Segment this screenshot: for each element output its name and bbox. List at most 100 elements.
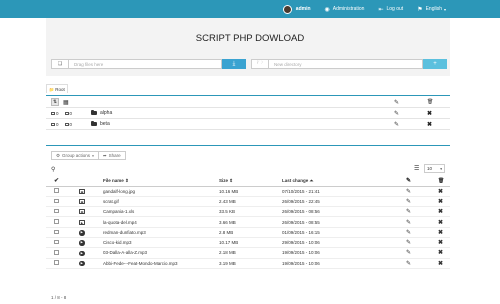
- pagination-info: 1 / 8 - 8: [51, 295, 67, 300]
- table-row[interactable]: ▣ scrat.gif 2.43 MB 26/09/2015 - 22:45 ✎ ✖: [46, 196, 450, 208]
- file-size: 33.5 KB: [219, 206, 282, 218]
- row-checkbox[interactable]: [54, 229, 59, 235]
- row-checkbox[interactable]: [54, 239, 59, 245]
- delete-file-button[interactable]: ✖: [438, 258, 450, 269]
- administration-link[interactable]: ◉ Administration: [325, 6, 365, 13]
- rename-file-button[interactable]: ✎: [406, 247, 438, 259]
- table-header-row: ✔ File name ⇕ Size ⇕ Last change ⏶ ✎ 🗑: [46, 176, 450, 187]
- file-size: 10.16 MB: [219, 186, 282, 197]
- row-checkbox[interactable]: [54, 219, 59, 224]
- search-icon[interactable]: ⚲: [51, 166, 55, 173]
- folder-button[interactable]: 🗁: [251, 59, 269, 69]
- user-menu[interactable]: admin: [282, 4, 311, 14]
- file-size: 2.8 MB: [219, 227, 282, 238]
- table-row[interactable]: ▣ gandalf-long.jpg 10.16 MB 07/10/2015 - 21…: [46, 186, 450, 197]
- rename-file-button[interactable]: ✎: [406, 196, 438, 208]
- table-row[interactable]: ▶ 03-Dalla-A-alla-Z.mp3 2.18 MB 19/09/2015 …: [46, 247, 450, 259]
- logout-label: Log out: [386, 6, 404, 12]
- rename-folder-button[interactable]: ✎: [394, 110, 399, 117]
- folder-name[interactable]: beta: [100, 121, 110, 127]
- folders-header-row: ⇅ ▦ ✎ 🗑: [46, 97, 450, 108]
- files-icon: ❏: [57, 61, 63, 67]
- delete-file-button[interactable]: ✖: [438, 196, 450, 208]
- plus-icon: +: [433, 61, 437, 67]
- users-icon: ◉: [324, 6, 330, 13]
- logout-link[interactable]: ⇤ Log out: [378, 6, 403, 13]
- rename-folder-button[interactable]: ✎: [394, 121, 399, 128]
- caret-down-icon: ▾: [440, 166, 442, 171]
- folders-panel: ⇅ ▦ ✎ 🗑 0 0 alpha ✎ ✖ 0 0 beta ✎ ✖: [46, 95, 450, 137]
- delete-folder-button[interactable]: ✖: [427, 110, 432, 117]
- folder-name[interactable]: alpha: [100, 110, 112, 116]
- tab-root-label: Root: [55, 86, 65, 92]
- audio-icon: ▶: [79, 250, 85, 257]
- calendar-icon[interactable]: ▦: [63, 99, 69, 106]
- pencil-icon: ✎: [406, 176, 438, 187]
- file-name[interactable]: gandalf-long.jpg: [103, 186, 219, 197]
- pencil-icon: ✎: [394, 99, 400, 106]
- rename-file-button[interactable]: ✎: [406, 206, 438, 218]
- delete-file-button[interactable]: ✖: [438, 247, 450, 259]
- audio-icon: ▶: [79, 260, 85, 267]
- new-directory-input[interactable]: New directory: [268, 59, 423, 69]
- folder-row[interactable]: 0 0 alpha ✎ ✖: [46, 108, 450, 119]
- folder-row[interactable]: 0 0 beta ✎ ✖: [46, 119, 450, 130]
- caret-down-icon: ▾: [92, 153, 94, 158]
- select-files-button[interactable]: ❏: [51, 59, 69, 69]
- rename-file-button[interactable]: ✎: [406, 227, 438, 238]
- file-name[interactable]: Campania-1.xls: [103, 206, 219, 218]
- rename-file-button[interactable]: ✎: [406, 237, 438, 249]
- dir-count: 0: [64, 122, 72, 127]
- delete-file-button[interactable]: ✖: [438, 237, 450, 249]
- table-row[interactable]: ▶ Abbi-Fede---Feat-Mondo-Marcio.mp3 3.19 M…: [46, 258, 450, 269]
- action-buttons: ⚙ Group actions ▾ ➦ Share: [51, 151, 126, 160]
- sort-button[interactable]: ⇅: [51, 98, 59, 106]
- upload-button[interactable]: ⤓: [222, 59, 246, 69]
- header-name[interactable]: File name ⇕: [103, 176, 219, 187]
- delete-file-button[interactable]: ✖: [438, 186, 450, 197]
- header-last-change[interactable]: Last change ⏶: [282, 176, 406, 187]
- dir-count: 0: [64, 111, 72, 116]
- table-row[interactable]: ▶ Cisco-kid.mp3 10.17 MB 29/09/2015 - 10:06…: [46, 237, 450, 249]
- delete-file-button[interactable]: ✖: [438, 227, 450, 238]
- row-checkbox[interactable]: [54, 260, 59, 265]
- file-date: 26/09/2015 - 22:45: [282, 196, 406, 208]
- per-page-select[interactable]: 10 ▾: [424, 164, 445, 173]
- rename-file-button[interactable]: ✎: [406, 216, 438, 228]
- file-count: 0: [51, 122, 59, 127]
- upload-icon: ⤓: [232, 60, 236, 67]
- rename-file-button[interactable]: ✎: [406, 258, 438, 269]
- table-row[interactable]: ▶ la-quota-del.mp4 3.66 MB 26/09/2015 - 08:…: [46, 216, 450, 228]
- rename-file-button[interactable]: ✎: [406, 186, 438, 197]
- file-name[interactable]: Cisco-kid.mp3: [103, 237, 219, 249]
- file-name[interactable]: 03-Dalla-A-alla-Z.mp3: [103, 247, 219, 259]
- delete-folder-button[interactable]: ✖: [427, 121, 432, 128]
- file-count: 0: [51, 111, 59, 116]
- table-row[interactable]: ▶ redman-dunfiato.mp3 2.8 MB 01/09/2015 - 1…: [46, 227, 450, 238]
- drag-files-input[interactable]: Drag files here: [68, 59, 222, 69]
- language-dropdown[interactable]: ⚑ English ▾: [417, 6, 446, 13]
- file-name[interactable]: scrat.gif: [103, 196, 219, 208]
- delete-file-button[interactable]: ✖: [438, 206, 450, 218]
- row-checkbox[interactable]: [54, 250, 59, 255]
- folder-icon: [91, 110, 97, 115]
- file-name[interactable]: Abbi-Fede---Feat-Mondo-Marcio.mp3: [103, 258, 219, 269]
- row-checkbox[interactable]: [54, 208, 59, 214]
- row-checkbox[interactable]: [54, 198, 59, 204]
- file-date: 01/09/2015 - 16:15: [282, 227, 406, 238]
- share-button[interactable]: ➦ Share: [98, 151, 126, 160]
- files-table: ✔ File name ⇕ Size ⇕ Last change ⏶ ✎ 🗑 ▣…: [46, 176, 450, 269]
- header-size[interactable]: Size ⇕: [219, 176, 282, 187]
- file-name[interactable]: la-quota-del.mp4: [103, 216, 219, 228]
- language-label: English: [425, 6, 442, 12]
- row-checkbox[interactable]: [54, 188, 59, 193]
- create-directory-button[interactable]: +: [423, 59, 447, 69]
- file-name[interactable]: redman-dunfiato.mp3: [103, 227, 219, 238]
- table-row[interactable]: ▦ Campania-1.xls 33.5 KB 26/09/2015 - 08:56…: [46, 206, 450, 218]
- image-icon: ▣: [79, 198, 85, 204]
- spreadsheet-icon: ▦: [79, 209, 85, 215]
- tab-root[interactable]: 📁 Root: [46, 84, 68, 93]
- group-actions-button[interactable]: ⚙ Group actions ▾: [51, 151, 99, 160]
- select-all-checkbox[interactable]: ✔: [46, 176, 69, 187]
- delete-file-button[interactable]: ✖: [438, 216, 450, 228]
